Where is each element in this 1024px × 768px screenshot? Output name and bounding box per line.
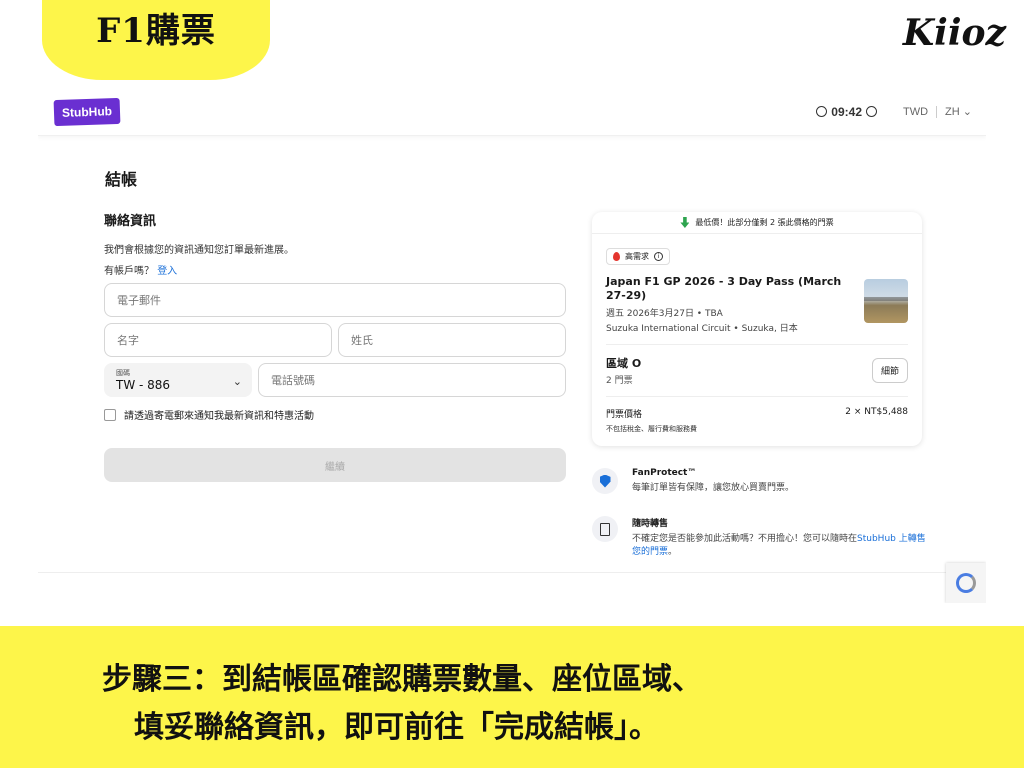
- price-row: 門票價格 2 × NT$5,488: [606, 407, 908, 420]
- ticket-summary-card: 最低價！此部分僅剩 2 張此價格的門票 高需求 i Japan F1 GP 20…: [592, 212, 922, 446]
- zone-name: 區域 O: [606, 357, 642, 370]
- details-button[interactable]: 細節: [871, 358, 908, 383]
- recaptcha-icon: [956, 573, 976, 593]
- ticket-quantity: 2 門票: [606, 376, 633, 386]
- divider: [606, 344, 908, 345]
- country-code-select[interactable]: 國碼 TW - 886 ⌄: [104, 363, 252, 397]
- footer: [38, 572, 986, 603]
- event-venue: Suzuka International Circuit • Suzuka, 日…: [606, 324, 798, 334]
- price-value: 2 × NT$5,488: [845, 407, 908, 417]
- feature-text: 不確定您是否能參加此活動嗎？不用擔心！您可以隨時在StubHub 上轉售您的門票…: [632, 533, 932, 559]
- email-field[interactable]: 電子郵件: [104, 283, 566, 317]
- chevron-down-icon: ⌄: [232, 375, 242, 388]
- newsletter-option[interactable]: 請透過寄電郵來通知我最新資訊和特惠活動: [104, 407, 566, 422]
- demand-badge: 高需求 i: [606, 248, 670, 265]
- price-note: 不包括稅金、履行費和服務費: [606, 425, 697, 433]
- divider: [606, 396, 908, 397]
- newsletter-label: 請透過寄電郵來通知我最新資訊和特惠活動: [124, 411, 314, 422]
- feature-icon-wrap: [592, 468, 618, 494]
- caption-line-1: 步驟三：到結帳區確認購票數量、座位區域、: [102, 662, 702, 697]
- fanprotect-feature: FanProtect™ 每筆訂單皆有保障，讓您放心買賣門票。: [592, 468, 932, 495]
- event-date: 週五 2026年3月27日 • TBA: [606, 309, 723, 319]
- flame-icon: [613, 252, 620, 261]
- page-title: 結帳: [105, 170, 138, 189]
- continue-button[interactable]: 繼續: [104, 448, 566, 482]
- contact-heading: 聯絡資訊: [104, 214, 157, 229]
- title-tag: F1購票: [42, 0, 270, 80]
- info-icon[interactable]: i: [654, 252, 663, 261]
- language-selector[interactable]: ZH ⌄: [945, 105, 972, 118]
- feature-title: FanProtect™: [632, 468, 697, 478]
- first-name-field[interactable]: 名字: [104, 323, 332, 357]
- caption-banner: 步驟三：到結帳區確認購票數量、座位區域、 填妥聯絡資訊，即可前往「完成結帳」。: [0, 626, 1024, 768]
- price-down-icon: [680, 217, 690, 228]
- top-nav: StubHub 09:42 TWD ZH ⌄: [38, 88, 986, 136]
- signature-logo: Kiioz: [902, 12, 1006, 54]
- login-link[interactable]: 登入: [157, 266, 177, 277]
- info-icon[interactable]: [866, 106, 877, 117]
- country-code-label: 國碼: [116, 369, 130, 377]
- contact-form: 聯絡資訊 我們會根據您的資訊通知您訂單最新進展。 有帳戶嗎？ 登入 電子郵件 名…: [104, 210, 566, 482]
- timer-value: 09:42: [831, 104, 862, 119]
- newsletter-checkbox[interactable]: [104, 408, 116, 421]
- recaptcha-badge[interactable]: [946, 563, 986, 603]
- account-question: 有帳戶嗎？: [104, 266, 154, 277]
- best-price-text: 最低價！此部分僅剩 2 張此價格的門票: [695, 218, 834, 227]
- checkout-timer: 09:42: [816, 105, 877, 119]
- page: F1購票 Kiioz StubHub 09:42 TWD ZH ⌄ 結帳 聯絡資…: [0, 0, 1024, 768]
- venue-thumbnail: [864, 279, 908, 323]
- ticket-resale-icon: [600, 522, 610, 536]
- phone-field[interactable]: 電話號碼: [258, 363, 566, 397]
- zone-row: 區域 O 2 門票 細節: [606, 355, 908, 386]
- account-prompt: 有帳戶嗎？ 登入: [104, 262, 566, 277]
- title-tag-text: F1購票: [96, 11, 216, 51]
- event-info: Japan F1 GP 2026 - 3 Day Pass (March 27-…: [606, 275, 908, 334]
- contact-note: 我們會根據您的資訊通知您訂單最新進展。: [104, 245, 294, 256]
- event-title: Japan F1 GP 2026 - 3 Day Pass (March 27-…: [606, 275, 842, 302]
- currency-selector[interactable]: TWD: [903, 106, 928, 118]
- last-name-field[interactable]: 姓氏: [338, 323, 566, 357]
- divider: [936, 105, 938, 118]
- feature-text-body: 不確定您是否能參加此活動嗎？不用擔心！您可以隨時在: [632, 534, 858, 544]
- language-value: ZH: [945, 106, 960, 118]
- feature-title: 隨時轉售: [632, 519, 669, 529]
- feature-text-suffix: 。: [668, 547, 678, 557]
- resale-feature: 隨時轉售 不確定您是否能參加此活動嗎？不用擔心！您可以隨時在StubHub 上轉…: [592, 516, 932, 559]
- stubhub-logo[interactable]: StubHub: [53, 97, 121, 126]
- best-price-banner: 最低價！此部分僅剩 2 張此價格的門票: [592, 212, 922, 234]
- nav-right: 09:42 TWD ZH ⌄: [816, 105, 972, 119]
- price-label: 門票價格: [606, 410, 643, 420]
- feature-icon-wrap: [592, 516, 618, 542]
- country-code-value: TW - 886: [116, 378, 171, 392]
- shield-check-icon: [599, 474, 611, 488]
- stubhub-checkout-screenshot: StubHub 09:42 TWD ZH ⌄ 結帳 聯絡資訊 我們會根據您的資訊…: [38, 88, 986, 603]
- caption-line-2: 填妥聯絡資訊，即可前往「完成結帳」。: [134, 710, 659, 745]
- feature-text: 每筆訂單皆有保障，讓您放心買賣門票。: [632, 483, 795, 493]
- demand-badge-text: 高需求: [625, 252, 649, 261]
- clock-icon: [816, 106, 828, 117]
